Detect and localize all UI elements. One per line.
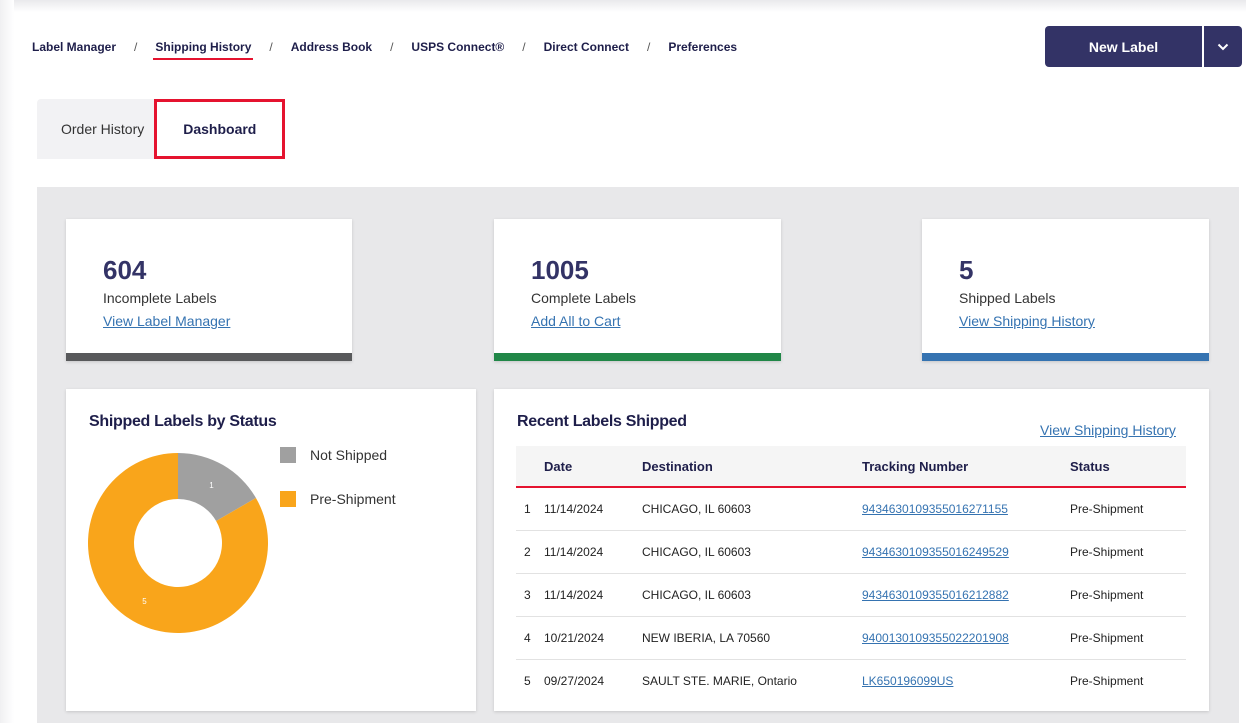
tab-order-history[interactable]: Order History [37, 99, 154, 159]
row-tracking: LK650196099US [862, 659, 1070, 702]
tab-dashboard[interactable]: Dashboard [154, 99, 286, 159]
row-index: 2 [516, 530, 544, 574]
row-tracking: 9434630109355016271155 [862, 487, 1070, 531]
row-tracking: 9400130109355022201908 [862, 616, 1070, 660]
nav-label-manager[interactable]: Label Manager [32, 40, 116, 54]
tracking-link[interactable]: LK650196099US [862, 674, 953, 688]
view-shipping-history-link[interactable]: View Shipping History [1040, 422, 1176, 438]
stat-card-shipped: 5 Shipped Labels View Shipping History [922, 219, 1209, 361]
nav-separator: / [134, 40, 138, 54]
stat-card-incomplete: 604 Incomplete Labels View Label Manager [66, 219, 352, 361]
dashboard-tabs: Order History Dashboard [37, 99, 286, 159]
legend-label: Pre-Shipment [310, 491, 396, 507]
nav-direct-connect[interactable]: Direct Connect [544, 40, 629, 54]
table-header-row: Date Destination Tracking Number Status [516, 446, 1186, 488]
nav-separator: / [646, 40, 651, 54]
side-shadow [0, 0, 14, 723]
column-status: Status [1070, 446, 1186, 488]
stat-bar [494, 353, 781, 361]
table-row: 5 09/27/2024 SAULT STE. MARIE, Ontario L… [516, 659, 1186, 702]
recent-labels-table: Date Destination Tracking Number Status … [516, 446, 1186, 702]
row-destination: CHICAGO, IL 60603 [642, 573, 862, 617]
stat-bar [66, 353, 352, 361]
tracking-link[interactable]: 9434630109355016249529 [862, 545, 1009, 559]
row-index: 3 [516, 573, 544, 617]
nav-shipping-history[interactable]: Shipping History [153, 40, 254, 60]
row-tracking: 9434630109355016212882 [862, 573, 1070, 617]
stat-value: 604 [103, 255, 147, 285]
legend-label: Not Shipped [310, 447, 388, 463]
row-status: Pre-Shipment [1070, 616, 1186, 660]
table-row: 2 11/14/2024 CHICAGO, IL 60603 943463010… [516, 530, 1186, 574]
row-destination: NEW IBERIA, LA 70560 [642, 616, 862, 660]
stat-card-complete: 1005 Complete Labels Add All to Cart [494, 219, 781, 361]
legend-swatch [280, 447, 296, 463]
nav-separator: / [522, 40, 526, 54]
row-index: 1 [516, 487, 544, 531]
row-index: 5 [524, 673, 531, 688]
stat-label: Complete Labels [531, 290, 637, 306]
stat-bar [922, 353, 1209, 361]
row-date: 09/27/2024 [544, 673, 605, 688]
tracking-link[interactable]: 9400130109355022201908 [862, 631, 1009, 645]
row-status: Pre-Shipment [1070, 573, 1186, 617]
row-date: 11/14/2024 [544, 530, 642, 574]
row-index: 4 [516, 616, 544, 660]
top-shadow [0, 0, 1246, 12]
view-shipping-history-link[interactable]: View Shipping History [959, 313, 1095, 329]
column-destination: Destination [642, 446, 862, 488]
legend-pre-shipment[interactable]: Pre-Shipment [280, 491, 396, 507]
row-destination: CHICAGO, IL 60603 [642, 487, 862, 531]
column-tracking-number: Tracking Number [862, 446, 1070, 488]
nav-address-book[interactable]: Address Book [291, 40, 372, 54]
add-all-to-cart-link[interactable]: Add All to Cart [531, 313, 621, 329]
table-row: 1 11/14/2024 CHICAGO, IL 60603 943463010… [516, 487, 1186, 531]
row-status: Pre-Shipment [1070, 530, 1186, 574]
nav-separator: / [390, 40, 394, 54]
chevron-down-icon [1217, 43, 1229, 50]
row-date: 11/14/2024 [544, 573, 642, 617]
column-date: Date [544, 446, 642, 488]
recent-labels-title: Recent Labels Shipped [517, 413, 687, 430]
new-label-button[interactable]: New Label [1045, 26, 1202, 67]
recent-labels-card: Recent Labels Shipped View Shipping Hist… [494, 389, 1209, 711]
legend-not-shipped[interactable]: Not Shipped [280, 447, 387, 463]
donut-slice-label: 1 [209, 481, 214, 490]
legend-swatch [280, 491, 296, 507]
row-destination: CHICAGO, IL 60603 [642, 530, 862, 574]
stat-label: Shipped Labels [959, 290, 1056, 306]
row-destination: SAULT STE. MARIE, Ontario [642, 673, 797, 688]
donut-slice-label: 5 [142, 597, 147, 606]
top-nav: Label Manager / Shipping History / Addre… [32, 40, 737, 60]
row-date: 10/21/2024 [544, 616, 642, 660]
status-donut-chart: 15 [88, 453, 269, 633]
nav-preferences[interactable]: Preferences [668, 40, 737, 54]
new-label-dropdown-button[interactable] [1204, 26, 1242, 67]
status-chart-title: Shipped Labels by Status [89, 413, 277, 430]
nav-usps-connect[interactable]: USPS Connect® [411, 40, 504, 54]
stat-value: 5 [959, 255, 974, 285]
row-date: 11/14/2024 [544, 487, 642, 531]
stat-label: Incomplete Labels [103, 290, 217, 306]
nav-separator: / [269, 40, 273, 54]
tracking-link[interactable]: 9434630109355016212882 [862, 588, 1009, 602]
tracking-link[interactable]: 9434630109355016271155 [862, 502, 1008, 516]
view-label-manager-link[interactable]: View Label Manager [103, 313, 230, 329]
table-row: 4 10/21/2024 NEW IBERIA, LA 70560 940013… [516, 616, 1186, 660]
row-tracking: 9434630109355016249529 [862, 530, 1070, 574]
table-row: 3 11/14/2024 CHICAGO, IL 60603 943463010… [516, 573, 1186, 617]
row-status: Pre-Shipment [1070, 487, 1186, 531]
column-index [516, 446, 544, 488]
stat-value: 1005 [531, 255, 589, 285]
status-chart-card: Shipped Labels by Status 15 Not Shipped … [66, 389, 476, 711]
row-status: Pre-Shipment [1070, 673, 1144, 688]
